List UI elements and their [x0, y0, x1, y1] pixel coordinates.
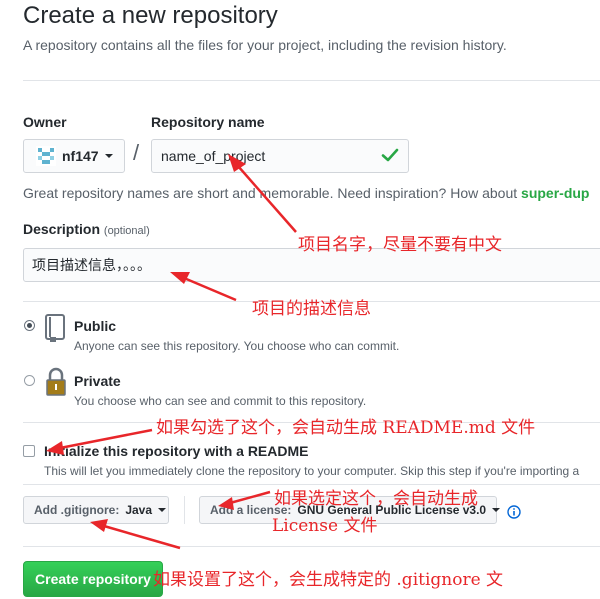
optional-tag: (optional): [103, 225, 150, 237]
page-subtitle: A repository contains all the files for …: [23, 37, 507, 53]
private-label: Private: [74, 373, 121, 389]
owner-label: Owner: [23, 114, 67, 130]
chevron-down-icon: [158, 508, 167, 512]
owner-repo-separator: /: [133, 140, 140, 165]
readme-note: This will let you immediately clone the …: [44, 464, 580, 478]
repo-name-label: Repository name: [151, 114, 265, 130]
gitignore-prefix: Add .gitignore:: [34, 503, 120, 517]
gitignore-select[interactable]: Add .gitignore: Java: [23, 496, 169, 524]
readme-checkbox[interactable]: [23, 445, 35, 457]
private-radio[interactable]: [24, 375, 35, 386]
divider: [23, 546, 600, 547]
chevron-down-icon: [492, 508, 501, 512]
annotation-readme: 如果勾选了这个，会自动生成 README.md 文件: [156, 418, 536, 438]
annotation-arrow-gitignore: [103, 524, 181, 550]
info-icon[interactable]: [507, 505, 521, 519]
check-icon: [381, 148, 399, 162]
suggested-name-link[interactable]: super-dup: [521, 185, 589, 201]
create-repository-button[interactable]: Create repository: [23, 561, 163, 597]
lock-icon: [46, 367, 66, 396]
annotation-gitignore: 如果设置了这个，会生成特定的 .gitignore 文: [153, 570, 504, 590]
annotation-repo-name: 项目名字，尽量不要有中文: [298, 235, 502, 255]
gitignore-value: Java: [125, 503, 153, 517]
owner-select[interactable]: nf147: [23, 139, 125, 173]
annotation-license: 如果选定这个，会自动生成: [274, 489, 478, 509]
chevron-down-icon: [104, 154, 113, 158]
description-label: Description (optional): [23, 221, 150, 237]
annotation-description: 项目的描述信息: [252, 299, 371, 319]
owner-name: nf147: [62, 148, 99, 164]
page-title: Create a new repository: [23, 2, 278, 29]
public-radio[interactable]: [24, 320, 35, 331]
repository-name-input[interactable]: [151, 139, 409, 173]
divider: [23, 80, 600, 81]
repo-book-icon: [45, 314, 65, 342]
public-note: Anyone can see this repository. You choo…: [74, 339, 400, 353]
annotation-license-cont: License 文件: [272, 516, 378, 536]
public-label: Public: [74, 318, 117, 334]
repository-name-hint: Great repository names are short and mem…: [23, 185, 590, 201]
readme-label[interactable]: Initialize this repository with a README: [44, 443, 308, 459]
private-note: You choose who can see and commit to thi…: [74, 394, 367, 408]
separator: [184, 496, 185, 524]
avatar-identicon-icon: [36, 146, 56, 166]
